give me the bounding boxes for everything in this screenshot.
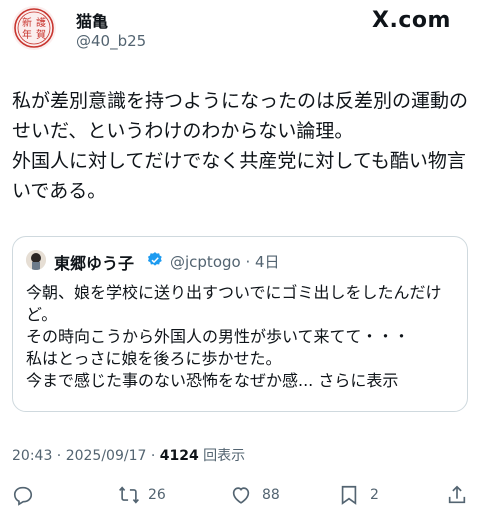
- verified-badge-icon: [147, 252, 162, 266]
- avatar[interactable]: 新 護 年 賀: [12, 6, 56, 50]
- svg-text:護: 護: [36, 16, 46, 29]
- repost-count[interactable]: 26: [148, 487, 166, 503]
- author-handle[interactable]: @40_b25: [76, 32, 146, 50]
- bookmark-icon[interactable]: [338, 484, 360, 506]
- like-icon[interactable]: [230, 484, 252, 506]
- reply-icon[interactable]: [12, 484, 34, 506]
- post-text: 私が差別意識を持つようになったのは反差別の運動のせいだ、というわけのわからない論…: [12, 90, 469, 202]
- repost-icon[interactable]: [118, 484, 140, 506]
- like-count[interactable]: 88: [262, 487, 280, 503]
- quoted-author-name: 東郷ゆう子: [54, 254, 135, 273]
- post-meta: 20:43 · 2025/09/17 · 4124 回表示: [12, 445, 245, 465]
- share-icon[interactable]: [446, 484, 468, 506]
- quoted-text: 今朝、娘を学校に送り出すついでにゴミ出しをしたんだけど。 その時向こうから外国人…: [26, 283, 442, 390]
- quoted-avatar: [26, 250, 46, 270]
- brand-logo: X.com: [372, 8, 451, 33]
- post-datetime: 20:43 · 2025/09/17 ·: [12, 448, 160, 464]
- svg-text:新: 新: [22, 16, 32, 29]
- bookmark-count[interactable]: 2: [370, 487, 379, 503]
- author-name[interactable]: 猫亀: [76, 8, 108, 32]
- svg-text:賀: 賀: [36, 29, 46, 41]
- new-year-stamp-icon: 新 護 年 賀: [14, 8, 54, 48]
- svg-text:年: 年: [22, 28, 32, 41]
- quoted-handle-time: @jcptogo · 4日: [170, 253, 280, 271]
- views-label: 回表示: [198, 448, 246, 464]
- view-count: 4124: [159, 448, 199, 464]
